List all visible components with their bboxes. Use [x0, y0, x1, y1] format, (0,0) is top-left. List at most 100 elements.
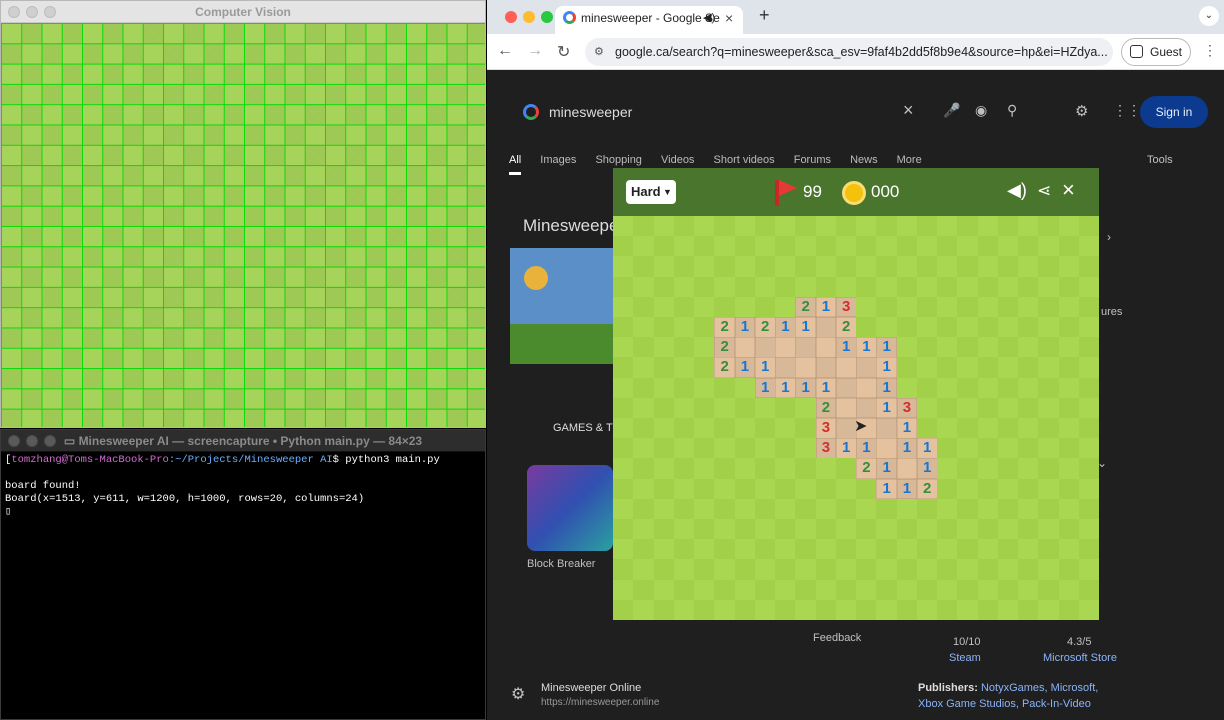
- covered-tile[interactable]: [653, 478, 675, 500]
- covered-tile[interactable]: [957, 559, 978, 581]
- covered-tile[interactable]: [754, 458, 776, 480]
- covered-tile[interactable]: [1018, 559, 1039, 581]
- covered-tile[interactable]: [997, 236, 1019, 257]
- covered-tile[interactable]: [957, 276, 978, 298]
- covered-tile[interactable]: [957, 236, 978, 257]
- covered-tile[interactable]: [653, 256, 675, 278]
- menu-dots-icon[interactable]: ⋮: [1203, 42, 1217, 59]
- covered-tile[interactable]: [714, 579, 735, 601]
- covered-tile[interactable]: [876, 256, 897, 278]
- tools-button[interactable]: Tools: [1147, 154, 1173, 166]
- covered-tile[interactable]: [734, 599, 756, 620]
- covered-tile[interactable]: [795, 418, 816, 439]
- covered-tile[interactable]: [775, 599, 796, 620]
- covered-tile[interactable]: [673, 559, 695, 581]
- covered-tile[interactable]: [673, 599, 695, 620]
- covered-tile[interactable]: [1038, 357, 1059, 379]
- covered-tile[interactable]: [613, 397, 634, 419]
- covered-tile[interactable]: [694, 357, 715, 379]
- covered-tile[interactable]: [997, 317, 1019, 338]
- covered-tile[interactable]: [1018, 236, 1039, 257]
- covered-tile[interactable]: [957, 397, 978, 419]
- covered-tile[interactable]: [856, 519, 877, 540]
- covered-tile[interactable]: [896, 337, 918, 358]
- covered-tile[interactable]: [815, 599, 837, 620]
- address-bar[interactable]: ⚙ google.ca/search?q=minesweeper&sca_esv…: [585, 38, 1113, 66]
- covered-tile[interactable]: [633, 438, 654, 459]
- covered-tile[interactable]: [775, 296, 796, 318]
- covered-tile[interactable]: [633, 498, 654, 520]
- covered-tile[interactable]: [633, 337, 654, 358]
- game-thumbnail[interactable]: [510, 248, 614, 364]
- covered-tile[interactable]: [997, 559, 1019, 581]
- covered-tile[interactable]: [1018, 438, 1039, 459]
- covered-tile[interactable]: [673, 458, 695, 480]
- covered-tile[interactable]: [694, 377, 715, 399]
- covered-tile[interactable]: [876, 296, 897, 318]
- covered-tile[interactable]: [673, 317, 695, 338]
- covered-tile[interactable]: [815, 256, 837, 278]
- covered-tile[interactable]: [734, 579, 756, 601]
- covered-tile[interactable]: [694, 438, 715, 459]
- covered-tile[interactable]: [1078, 357, 1099, 379]
- covered-tile[interactable]: [957, 418, 978, 439]
- covered-tile[interactable]: [633, 357, 654, 379]
- covered-tile[interactable]: [1058, 236, 1080, 257]
- covered-tile[interactable]: [835, 458, 857, 480]
- covered-tile[interactable]: [1018, 599, 1039, 620]
- covered-tile[interactable]: [937, 397, 958, 419]
- tab-shopping[interactable]: Shopping: [595, 154, 642, 166]
- covered-tile[interactable]: [673, 256, 695, 278]
- covered-tile[interactable]: [856, 296, 877, 318]
- sign-in-button[interactable]: Sign in: [1140, 96, 1208, 128]
- back-arrow-icon[interactable]: ←: [497, 42, 513, 60]
- tab-short-videos[interactable]: Short videos: [714, 154, 775, 166]
- covered-tile[interactable]: [815, 216, 837, 237]
- covered-tile[interactable]: [856, 498, 877, 520]
- covered-tile[interactable]: [754, 216, 776, 237]
- covered-tile[interactable]: [957, 317, 978, 338]
- site-name[interactable]: Minesweeper Online: [541, 682, 641, 694]
- covered-tile[interactable]: [653, 438, 675, 459]
- covered-tile[interactable]: [1018, 458, 1039, 480]
- covered-tile[interactable]: [957, 579, 978, 601]
- covered-tile[interactable]: [1058, 377, 1080, 399]
- covered-tile[interactable]: [977, 559, 999, 581]
- covered-tile[interactable]: [1058, 519, 1080, 540]
- covered-tile[interactable]: [957, 438, 978, 459]
- volume-icon[interactable]: ◀): [1007, 180, 1027, 201]
- covered-tile[interactable]: [694, 317, 715, 338]
- covered-tile[interactable]: [957, 519, 978, 540]
- covered-tile[interactable]: [613, 337, 634, 358]
- covered-tile[interactable]: [997, 519, 1019, 540]
- covered-tile[interactable]: [613, 498, 634, 520]
- covered-tile[interactable]: [775, 498, 796, 520]
- covered-tile[interactable]: [896, 216, 918, 237]
- minimize-dot-icon[interactable]: [26, 6, 38, 18]
- covered-tile[interactable]: [633, 478, 654, 500]
- covered-tile[interactable]: [673, 539, 695, 560]
- covered-tile[interactable]: [896, 377, 918, 399]
- close-dot-icon[interactable]: [8, 6, 20, 18]
- speaker-icon[interactable]: ◀): [703, 6, 715, 30]
- site-url[interactable]: https://minesweeper.online: [541, 697, 659, 708]
- covered-tile[interactable]: [957, 539, 978, 560]
- covered-tile[interactable]: [754, 236, 776, 257]
- covered-tile[interactable]: [1058, 498, 1080, 520]
- covered-tile[interactable]: [1078, 337, 1099, 358]
- covered-tile[interactable]: [1038, 599, 1059, 620]
- covered-tile[interactable]: [916, 377, 938, 399]
- covered-tile[interactable]: [714, 458, 735, 480]
- covered-tile[interactable]: [714, 397, 735, 419]
- covered-tile[interactable]: [613, 276, 634, 298]
- covered-tile[interactable]: [977, 519, 999, 540]
- covered-tile[interactable]: [896, 559, 918, 581]
- covered-tile[interactable]: [653, 579, 675, 601]
- covered-tile[interactable]: [734, 519, 756, 540]
- covered-tile[interactable]: [633, 216, 654, 237]
- covered-tile[interactable]: [957, 337, 978, 358]
- covered-tile[interactable]: [1038, 438, 1059, 459]
- lens-icon[interactable]: ◉: [975, 102, 987, 119]
- covered-tile[interactable]: [673, 498, 695, 520]
- covered-tile[interactable]: [613, 357, 634, 379]
